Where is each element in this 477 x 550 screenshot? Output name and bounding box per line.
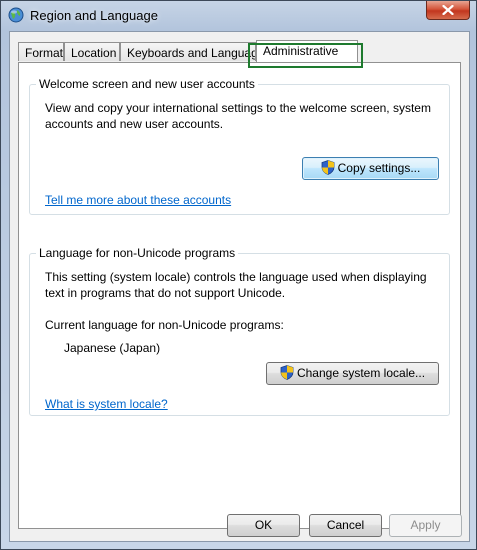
non-unicode-description-line2: text in programs that do not support Uni… — [45, 286, 286, 300]
globe-icon — [8, 7, 24, 23]
title-bar[interactable]: Region and Language — [1, 1, 476, 31]
non-unicode-description-line1: This setting (system locale) controls th… — [45, 270, 427, 284]
welcome-screen-group: Welcome screen and new user accounts Vie… — [29, 77, 450, 215]
region-language-window: Region and Language Formats Location Key… — [0, 0, 477, 550]
current-language-label: Current language for non-Unicode program… — [45, 318, 284, 332]
tab-label: Formats — [25, 46, 64, 60]
non-unicode-group: Language for non-Unicode programs This s… — [29, 246, 450, 416]
change-system-locale-button[interactable]: Change system locale... — [266, 362, 439, 385]
uac-shield-icon — [280, 365, 294, 380]
tell-me-more-link[interactable]: Tell me more about these accounts — [45, 192, 231, 208]
welcome-description-line1: View and copy your international setting… — [45, 101, 431, 115]
tab-administrative[interactable]: Administrative — [256, 40, 358, 62]
uac-shield-icon — [321, 160, 335, 175]
window-title: Region and Language — [30, 8, 158, 23]
close-icon — [442, 5, 454, 15]
administrative-panel: Welcome screen and new user accounts Vie… — [18, 62, 461, 529]
copy-settings-label: Copy settings... — [337, 161, 421, 175]
what-is-system-locale-link[interactable]: What is system locale? — [45, 396, 168, 412]
tab-location[interactable]: Location — [64, 42, 120, 61]
group-title: Language for non-Unicode programs — [36, 246, 239, 260]
current-language-value: Japanese (Japan) — [64, 341, 161, 355]
tab-label: Location — [71, 46, 117, 60]
group-title: Welcome screen and new user accounts — [36, 77, 258, 91]
welcome-description-line2: accounts and new user accounts. — [45, 117, 224, 131]
cancel-button[interactable]: Cancel — [309, 514, 382, 537]
tab-formats[interactable]: Formats — [18, 42, 64, 61]
tab-label: Administrative — [263, 44, 339, 58]
copy-settings-button[interactable]: Copy settings... — [302, 157, 439, 180]
tab-keyboards-and-languages[interactable]: Keyboards and Languages — [120, 42, 256, 61]
ok-button[interactable]: OK — [227, 514, 300, 537]
change-system-locale-label: Change system locale... — [296, 366, 426, 380]
close-button[interactable] — [426, 1, 470, 20]
tab-label: Keyboards and Languages — [127, 46, 255, 60]
apply-button[interactable]: Apply — [389, 514, 462, 537]
dialog-client-area: Formats Location Keyboards and Languages… — [9, 31, 470, 542]
